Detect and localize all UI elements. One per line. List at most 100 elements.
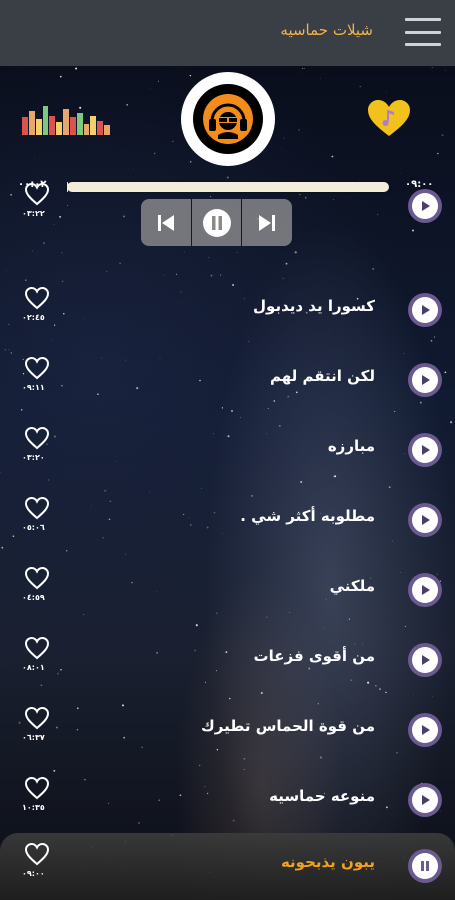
- skip-previous-icon: [157, 214, 174, 231]
- track-row[interactable]: ٠٦:٣٧ من قوة الحماس تطيرك: [0, 697, 455, 767]
- track-title: من قوة الحماس تطيرك: [201, 717, 375, 735]
- track-title: لكن انتقم لهم: [269, 367, 375, 385]
- heart-icon[interactable]: [24, 636, 50, 664]
- heart-icon[interactable]: [24, 496, 50, 524]
- track-row[interactable]: ٠٢:٤٥ كسورا يد ديدبول: [0, 277, 455, 347]
- track-duration: ٠٥:٠٦: [22, 523, 45, 532]
- track-row[interactable]: ٠٩:١١ لكن انتقم لهم: [0, 347, 455, 417]
- play-icon: [422, 585, 430, 595]
- star: [189, 74, 192, 77]
- play-icon: [422, 305, 430, 315]
- star: [189, 161, 192, 163]
- equalizer-bar: [83, 124, 90, 135]
- play-track-button[interactable]: [408, 293, 442, 327]
- playback-controls: [141, 199, 293, 246]
- star: [304, 68, 305, 69]
- elapsed-time: ٠٠:٠٢: [18, 179, 47, 190]
- track-duration: ٠٤:٥٩: [22, 593, 45, 602]
- heart-icon[interactable]: [24, 286, 50, 314]
- skip-next-button[interactable]: [242, 199, 293, 246]
- play-track-button[interactable]: [408, 783, 442, 817]
- play-track-button[interactable]: [408, 433, 442, 467]
- track-row[interactable]: ٠٤:٥٩ ملكني: [0, 557, 455, 627]
- track-duration: ١٠:٣٥: [22, 803, 45, 812]
- star: [153, 152, 156, 155]
- play-track-button[interactable]: [408, 643, 442, 677]
- equalizer-bar: [42, 106, 49, 135]
- track-title: يبون يذبحونه: [280, 853, 375, 871]
- equalizer-bar: [28, 111, 35, 135]
- play-icon: [422, 515, 430, 525]
- track-title: كسورا يد ديدبول: [253, 297, 375, 315]
- heart-icon[interactable]: [24, 356, 50, 384]
- star: [431, 67, 433, 68]
- play-track-button[interactable]: [408, 713, 442, 747]
- play-icon: [422, 655, 430, 665]
- star: [75, 67, 78, 70]
- track-row[interactable]: ٠٥:٠٦ مطلوبه أكثر شي .: [0, 487, 455, 557]
- pause-icon: [421, 861, 429, 871]
- heart-icon[interactable]: [24, 426, 50, 454]
- star: [150, 88, 151, 90]
- headphones-logo-icon: [181, 72, 275, 166]
- star: [34, 157, 36, 158]
- heart-icon[interactable]: [24, 776, 50, 804]
- heart-icon[interactable]: [24, 566, 50, 594]
- equalizer-bar: [76, 113, 83, 135]
- seek-bar-fill: [67, 182, 69, 192]
- equalizer-bar: [49, 116, 56, 135]
- heart-icon[interactable]: [24, 706, 50, 734]
- equalizer-bar: [35, 119, 42, 135]
- equalizer-bar: [56, 122, 63, 135]
- skip-next-icon: [259, 214, 276, 231]
- hamburger-menu-icon[interactable]: [405, 18, 441, 46]
- track-duration: ٠٨:٠١: [22, 663, 45, 672]
- star: [359, 85, 361, 88]
- star: [126, 103, 129, 106]
- play-track-button[interactable]: [408, 363, 442, 397]
- play-icon: [422, 375, 430, 385]
- equalizer-bar: [104, 125, 110, 135]
- star: [59, 75, 62, 78]
- star: [132, 168, 134, 170]
- play-track-button[interactable]: [408, 503, 442, 537]
- star: [331, 155, 334, 158]
- heart-icon[interactable]: [24, 842, 50, 870]
- star: [441, 134, 444, 137]
- star: [76, 96, 77, 98]
- equalizer-bar: [69, 117, 76, 135]
- track-duration: ٠٩:٠٠: [22, 869, 45, 878]
- pause-icon: [202, 208, 231, 237]
- star: [320, 77, 321, 79]
- play-icon: [422, 795, 430, 805]
- music-heart-icon[interactable]: [366, 98, 412, 142]
- skip-previous-button[interactable]: [141, 199, 191, 246]
- play-icon: [422, 201, 430, 211]
- track-duration: ٠٩:١١: [22, 383, 45, 392]
- star: [283, 137, 285, 139]
- pause-button[interactable]: [191, 199, 242, 246]
- track-row[interactable]: ٠٨:٠١ من أقوى فزعات: [0, 627, 455, 697]
- equalizer-bar: [97, 121, 104, 135]
- seek-bar[interactable]: [67, 182, 389, 192]
- app-title: شيلات حماسيه: [280, 21, 373, 39]
- track-title: من أقوى فزعات: [253, 647, 375, 665]
- equalizer-visualizer: [22, 103, 110, 135]
- star: [302, 67, 304, 70]
- total-duration: ٠٩:٠٠: [405, 179, 434, 190]
- track-row[interactable]: ٠٩:٠٠ يبون يذبحونه: [0, 833, 455, 900]
- track-list: ٠٣:٢٢ ٠٢:٤٥ كسورا يد ديدبول ٠٩:١١ لكن انتقم …: [0, 182, 455, 900]
- star: [445, 70, 446, 71]
- play-track-button[interactable]: [408, 189, 442, 223]
- track-row[interactable]: ١٠:٣٥ منوعه حماسيه: [0, 767, 455, 837]
- equalizer-bar: [63, 109, 69, 135]
- track-row[interactable]: ٠٣:٢٠ مبارزه: [0, 417, 455, 487]
- play-track-button[interactable]: [408, 573, 442, 607]
- top-app-bar: شيلات حماسيه: [0, 0, 455, 66]
- star: [157, 80, 159, 82]
- track-duration: ٠٣:٢٢: [22, 209, 45, 218]
- track-duration: ٠٢:٤٥: [22, 313, 45, 322]
- pause-track-button[interactable]: [408, 849, 442, 883]
- equalizer-bar: [22, 117, 28, 135]
- equalizer-bar: [90, 116, 97, 135]
